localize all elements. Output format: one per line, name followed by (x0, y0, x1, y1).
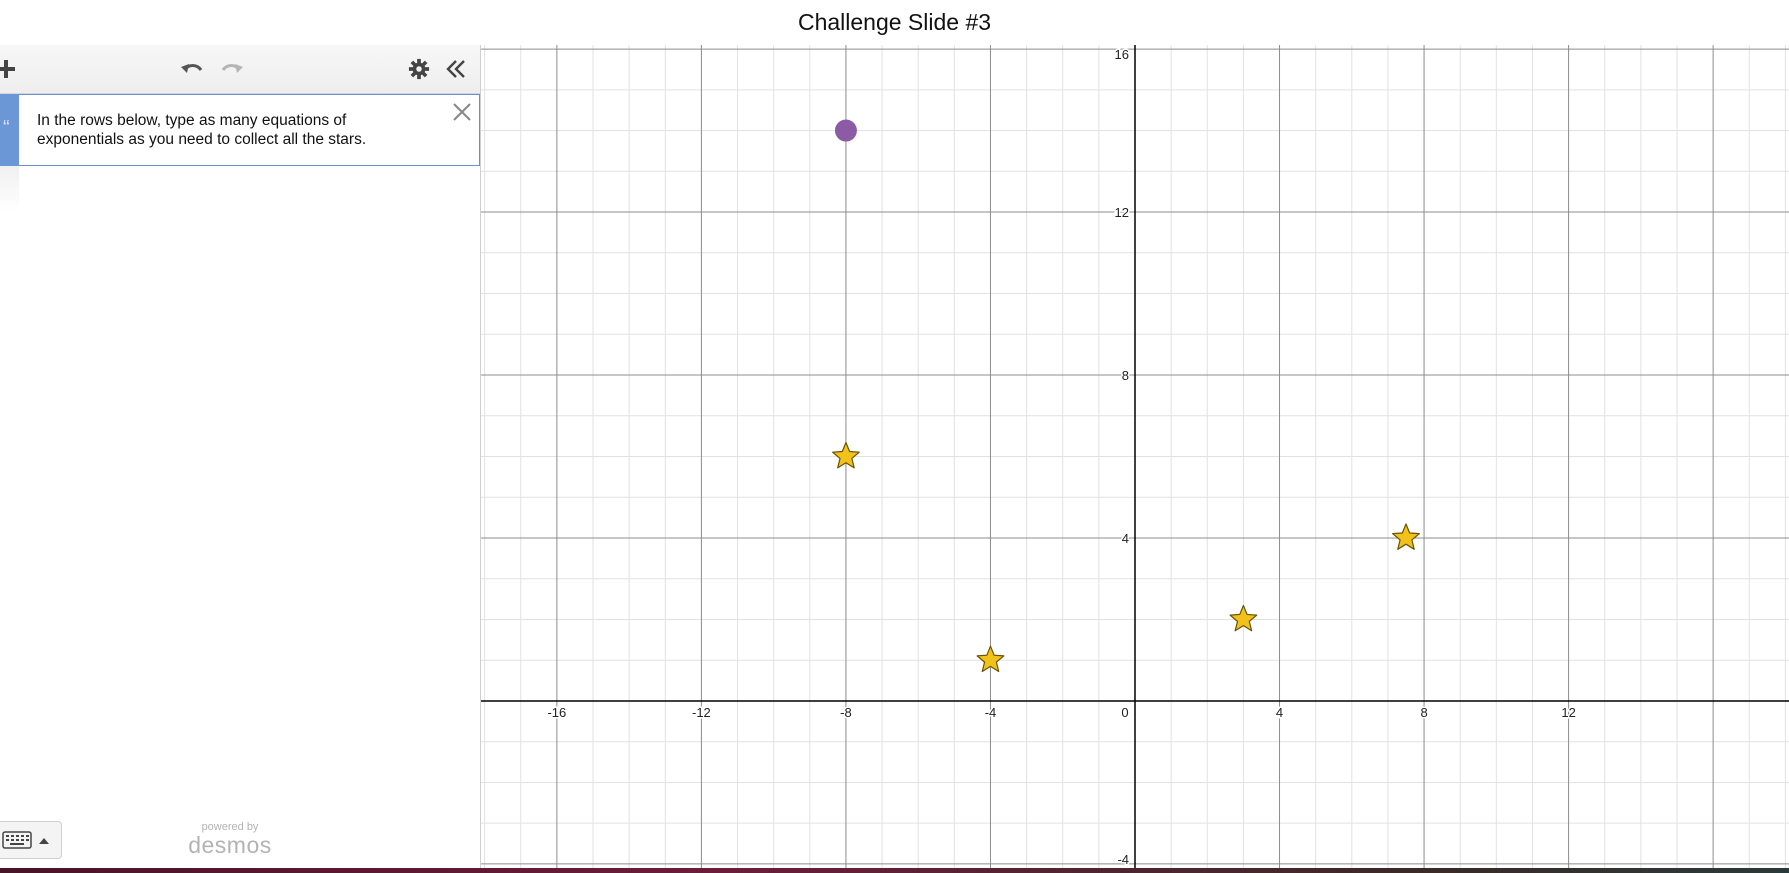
y-tick-label: 16 (1115, 47, 1129, 62)
page-title: Challenge Slide #3 (0, 0, 1789, 45)
y-tick-label: 8 (1122, 368, 1129, 383)
quote-icon: “ (3, 117, 10, 139)
graph-paper[interactable]: -16 -12 -8 -4 0 4 8 12 16 12 8 4 -4 (481, 45, 1789, 868)
y-tick-label: -4 (1117, 852, 1129, 867)
x-tick-label: -16 (547, 705, 566, 720)
desmos-branding: powered by desmos (188, 821, 272, 857)
star-target (1392, 523, 1420, 550)
keypad-toggle-button[interactable] (0, 821, 62, 859)
redo-icon (221, 64, 243, 73)
expression-panel: “ In the rows below, type as many equati… (0, 45, 481, 868)
plus-icon (0, 60, 15, 78)
movable-point[interactable] (834, 119, 857, 142)
double-chevron-left-icon (446, 60, 465, 78)
note-text[interactable]: In the rows below, type as many equation… (37, 111, 417, 149)
x-tick-label: 0 (1121, 705, 1128, 720)
note-item-tab[interactable]: “ (0, 94, 19, 166)
x-tick-label: -8 (840, 705, 852, 720)
graph-canvas[interactable]: -16 -12 -8 -4 0 4 8 12 16 12 8 4 -4 (481, 45, 1789, 868)
desmos-logo: desmos (188, 832, 272, 858)
settings-button[interactable] (405, 55, 433, 83)
caret-up-icon (39, 838, 49, 844)
title-text: Challenge Slide #3 (797, 9, 992, 35)
x-tick-label: 8 (1420, 705, 1427, 720)
gear-icon (408, 58, 430, 80)
x-tick-label: -12 (692, 705, 711, 720)
x-tick-label: -4 (985, 705, 997, 720)
undo-icon (181, 64, 203, 73)
x-tick-label: 12 (1561, 705, 1575, 720)
window-bottom-strip (0, 868, 1789, 873)
y-tick-label: 12 (1115, 205, 1129, 220)
redo-button[interactable] (218, 55, 246, 83)
close-icon (453, 103, 471, 121)
new-expression-row[interactable] (0, 166, 19, 211)
collapse-panel-button[interactable] (442, 55, 470, 83)
undo-button[interactable] (178, 55, 206, 83)
keyboard-icon (2, 831, 32, 849)
svg-text:“: “ (3, 117, 10, 139)
note-item[interactable]: “ In the rows below, type as many equati… (0, 94, 480, 166)
expression-toolbar (0, 45, 480, 94)
y-tick-label: 4 (1122, 531, 1129, 546)
x-tick-label: 4 (1276, 705, 1283, 720)
add-item-button[interactable] (0, 55, 20, 83)
delete-note-button[interactable] (451, 101, 473, 123)
